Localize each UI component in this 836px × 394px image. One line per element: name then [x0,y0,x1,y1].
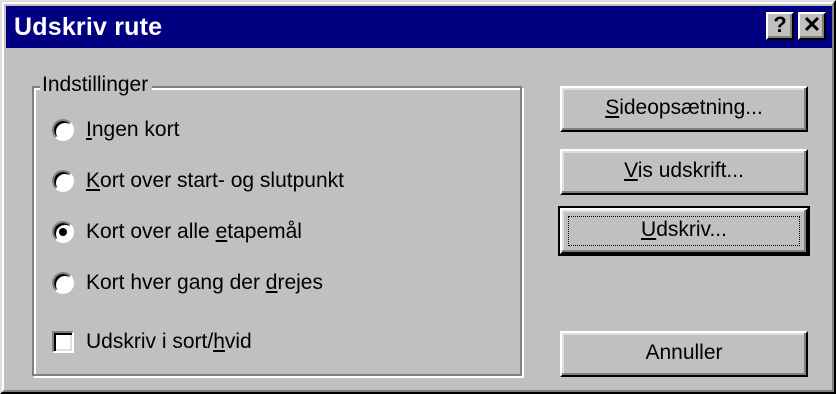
radio-selected-dot [59,228,67,236]
radio-start-end-map[interactable]: Kort over start- og slutpunkt [52,166,344,196]
print-route-dialog: Udskriv rute ? ✕ Indstillinger Ingen kor… [0,0,836,394]
close-button[interactable]: ✕ [798,12,826,40]
help-button[interactable]: ? [766,12,794,40]
radio-label: Kort over alle etapemål [86,220,302,243]
radio-label: Kort hver gang der drejes [86,271,323,294]
radio-all-stages-map[interactable]: Kort over alle etapemål [52,217,302,247]
print-preview-button[interactable]: Vis udskrift... [560,149,808,195]
radio-button[interactable] [52,170,74,192]
radio-label: Ingen kort [86,118,180,141]
checkbox-black-white[interactable]: Udskriv i sort/hvid [52,327,252,357]
cancel-button[interactable]: Annuller [560,331,808,377]
radio-no-map[interactable]: Ingen kort [52,115,179,145]
help-icon: ? [773,12,787,37]
radio-label: Kort over start- og slutpunkt [86,169,344,192]
title-bar[interactable]: Udskriv rute ? ✕ [6,6,832,48]
radio-button[interactable] [52,221,74,243]
checkbox-label: Udskriv i sort/hvid [86,330,252,353]
print-button[interactable]: Udskriv... [558,206,810,256]
radio-button[interactable] [52,272,74,294]
checkbox[interactable] [52,331,74,353]
settings-group-label: Indstillinger [40,72,153,98]
radio-every-turn-map[interactable]: Kort hver gang der drejes [52,268,323,298]
page-setup-button[interactable]: Sideopsætning... [560,86,808,132]
close-icon: ✕ [802,12,822,37]
radio-button[interactable] [52,119,74,141]
dialog-title: Udskriv rute [14,13,163,41]
